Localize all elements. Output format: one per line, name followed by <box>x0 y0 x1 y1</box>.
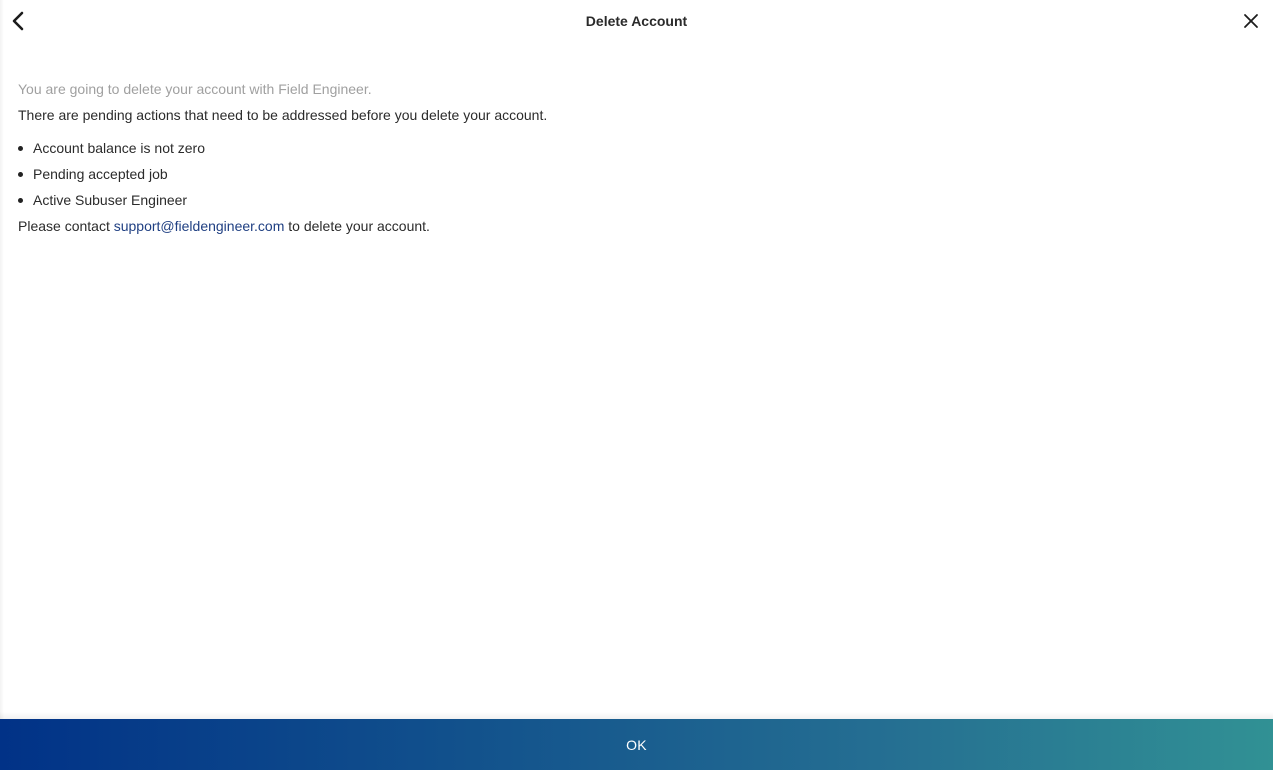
pending-notice: There are pending actions that need to b… <box>18 107 548 123</box>
ok-button-label: OK <box>626 736 647 753</box>
pending-reasons-list: Account balance is not zero Pending acce… <box>18 139 1218 209</box>
ok-button[interactable]: OK <box>0 719 1273 770</box>
support-email-link[interactable]: support@fieldengineer.com <box>114 218 285 234</box>
contact-prefix: Please contact <box>18 218 114 234</box>
close-icon <box>1244 14 1258 28</box>
list-item-label: Active Subuser Engineer <box>33 192 188 208</box>
list-item: Pending accepted job <box>18 165 1218 183</box>
list-item: Active Subuser Engineer <box>18 191 1218 209</box>
contact-suffix: to delete your account. <box>284 218 430 234</box>
bullet-icon <box>18 172 23 177</box>
intro-text: You are going to delete your account wit… <box>18 81 372 97</box>
left-edge-shadow <box>0 0 4 770</box>
contact-text: Please contact support@fieldengineer.com… <box>18 217 1218 235</box>
close-button[interactable] <box>1239 9 1263 33</box>
bullet-icon <box>18 198 23 203</box>
footer-shadow <box>0 712 1273 719</box>
list-item: Account balance is not zero <box>18 139 1218 157</box>
list-item-label: Account balance is not zero <box>33 140 205 156</box>
delete-account-page: Delete Account You are going to delete y… <box>0 0 1273 770</box>
content-area: You are going to delete your account wit… <box>18 80 1218 235</box>
header-bar: Delete Account <box>0 0 1273 44</box>
list-item-label: Pending accepted job <box>33 166 168 182</box>
bullet-icon <box>18 146 23 151</box>
page-title: Delete Account <box>585 13 688 29</box>
